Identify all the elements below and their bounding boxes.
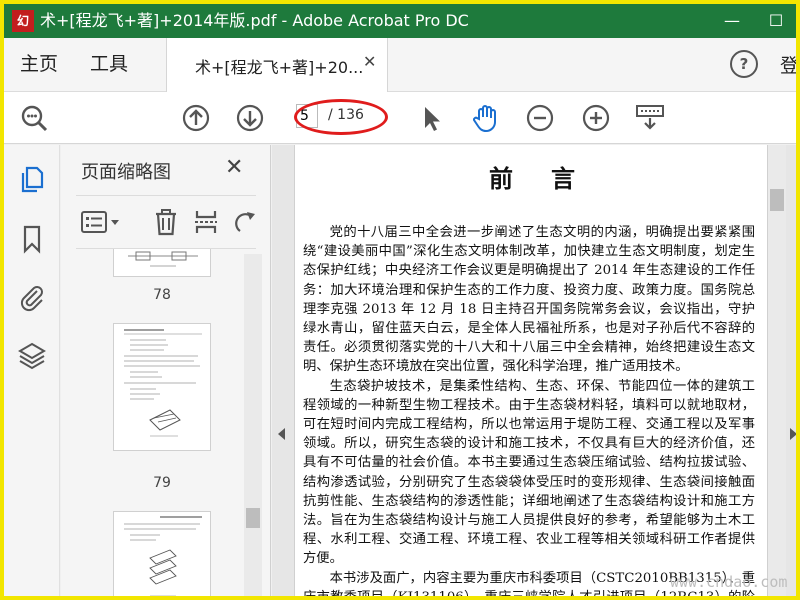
page-down-icon[interactable]	[234, 102, 266, 134]
document-scrollbar-thumb[interactable]	[770, 189, 784, 211]
page-number-highlight	[294, 99, 388, 135]
menu-bar: 主页 工具 术+[程龙飞+著]+20... ✕ ? 登	[4, 38, 796, 92]
search-zoom-icon[interactable]	[18, 102, 50, 134]
paperclip-icon[interactable]	[16, 281, 48, 313]
preface-heading: 前言	[489, 164, 613, 193]
thumbnail-scrollbar-thumb[interactable]	[246, 508, 260, 528]
menu-tools[interactable]: 工具	[90, 50, 128, 78]
collapse-left-panel-arrow[interactable]	[278, 428, 285, 440]
toolbar: / 136	[4, 92, 796, 144]
bookmark-icon[interactable]	[16, 223, 48, 255]
zoom-out-icon[interactable]	[524, 102, 556, 134]
thumbnail-page-78[interactable]	[113, 249, 211, 277]
window-title: 术+[程龙飞+著]+2014年版.pdf - Adobe Acrobat Pro…	[40, 11, 469, 30]
expand-right-panel-arrow[interactable]	[790, 428, 796, 440]
thumbnail-list: 78 79	[76, 249, 266, 596]
sign-in-label[interactable]: 登	[780, 51, 796, 78]
help-icon[interactable]: ?	[730, 50, 758, 78]
page-thumbnails-icon[interactable]	[16, 163, 48, 195]
window-frame: 幻 术+[程龙飞+著]+2014年版.pdf - Adobe Acrobat P…	[0, 0, 800, 600]
keyboard-tool-icon[interactable]	[634, 102, 666, 134]
thumbnail-page-80[interactable]	[113, 511, 211, 596]
rotate-icon[interactable]	[230, 208, 258, 236]
app-logo: 幻	[12, 10, 34, 32]
thumbnail-scrollbar[interactable]	[244, 254, 262, 596]
panel-title: 页面缩略图	[81, 162, 171, 183]
close-tab-icon[interactable]: ✕	[363, 52, 376, 71]
body-paragraph: 党的十八届三中全会进一步阐述了生态文明的内涵，明确提出要紧紧围绕“建设美丽中国”…	[303, 225, 755, 375]
left-navigation-rail	[4, 145, 60, 596]
extract-pages-icon[interactable]	[192, 208, 220, 236]
options-menu-icon[interactable]	[80, 208, 122, 236]
trash-icon[interactable]	[152, 208, 180, 236]
hand-icon[interactable]	[470, 102, 502, 134]
thumbnail-label: 79	[153, 475, 171, 491]
document-viewport: 前言 党的十八届三中全会进一步阐述了生态文明的内涵，明确提出要紧紧围绕“建设美丽…	[272, 145, 796, 596]
layers-icon[interactable]	[16, 339, 48, 371]
menu-home[interactable]: 主页	[20, 50, 58, 78]
title-bar: 幻 术+[程龙飞+著]+2014年版.pdf - Adobe Acrobat P…	[4, 4, 796, 38]
select-arrow-icon[interactable]	[416, 102, 448, 134]
page-up-icon[interactable]	[180, 102, 212, 134]
minimize-button[interactable]: —	[720, 9, 744, 33]
panel-toolbar	[76, 195, 256, 249]
preface-body: 党的十八届三中全会进一步阐述了生态文明的内涵，明确提出要紧紧围绕“建设美丽中国”…	[303, 223, 755, 596]
page-thumbnails-panel: 页面缩略图 ✕ 78 79	[61, 145, 271, 596]
watermark: www.cndao.com	[670, 573, 788, 591]
zoom-in-icon[interactable]	[580, 102, 612, 134]
body-paragraph: 生态袋护坡技术，是集柔性结构、生态、环保、节能四位一体的建筑工程领域的一种新型生…	[303, 378, 755, 567]
document-page: 前言 党的十八届三中全会进一步阐述了生态文明的内涵，明确提出要紧紧围绕“建设美丽…	[294, 145, 768, 596]
maximize-button[interactable]: ☐	[764, 9, 788, 33]
document-tab[interactable]: 术+[程龙飞+著]+20... ✕	[166, 38, 388, 92]
document-scrollbar[interactable]	[768, 145, 786, 596]
thumbnail-page-79[interactable]	[113, 323, 211, 451]
close-panel-icon[interactable]: ✕	[225, 155, 243, 180]
thumbnail-label: 78	[153, 287, 171, 303]
document-tab-label: 术+[程龙飞+著]+20...	[195, 58, 364, 77]
